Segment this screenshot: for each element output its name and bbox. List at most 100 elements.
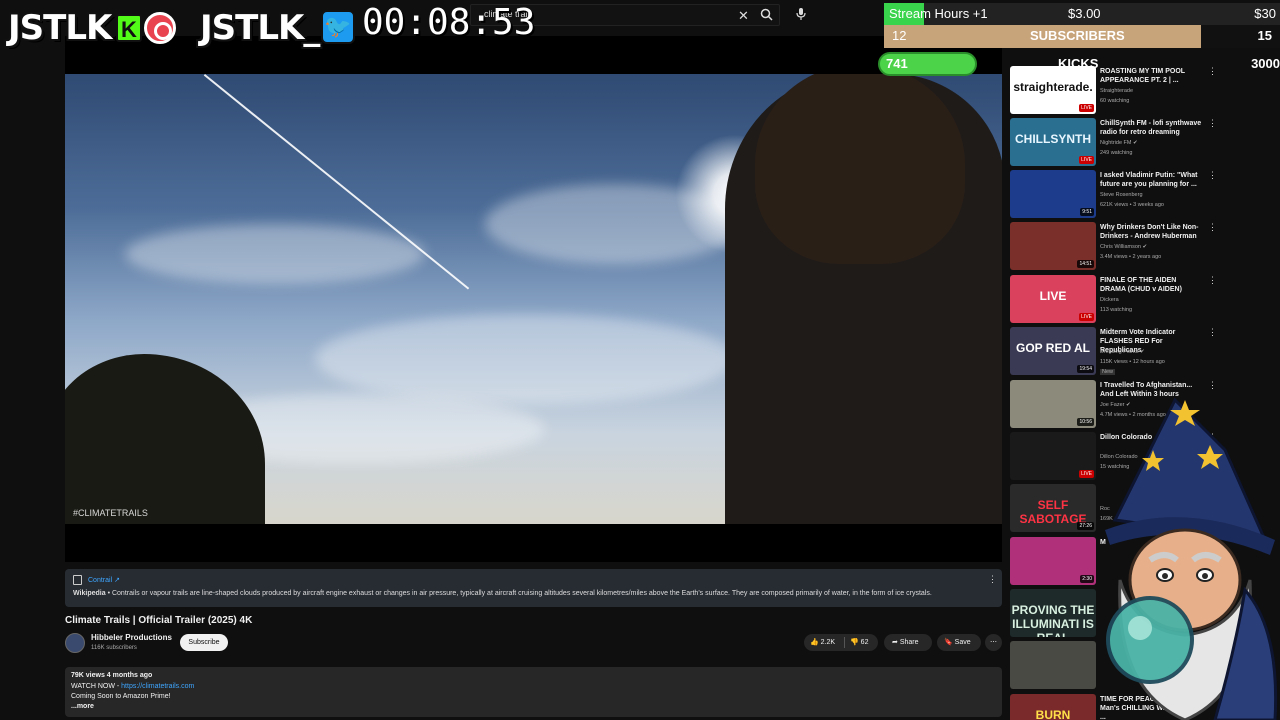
share-label: Share [899, 639, 919, 646]
subscribers-target: 15 [1257, 28, 1272, 43]
video-description[interactable]: 79K views 4 months ago WATCH NOW - https… [65, 667, 1002, 717]
streamer-logo-twitter: JSTLK_ [200, 8, 320, 48]
description-line1: WATCH NOW - https://climatetrails.com [71, 683, 194, 690]
video-menu-icon[interactable]: ⋮ [1208, 170, 1217, 181]
description-line2: Coming Soon to Amazon Prime! [71, 693, 171, 700]
info-panel-text: Wikipedia • Contrails or vapour trails a… [73, 590, 932, 597]
recommended-video[interactable]: CHILLSYNTH LIVE ChillSynth FM - lofi synth… [1010, 118, 1220, 168]
thumbnail-text: LIVE [1039, 289, 1067, 303]
recommended-video[interactable]: GOP RED AL 19:54 Midterm Vote Indicator FL… [1010, 327, 1220, 377]
info-panel [65, 569, 1002, 607]
like-button[interactable]: 👍 2.2K [810, 634, 835, 651]
video-title[interactable]: FINALE OF THE AIDEN DRAMA (CHUD v AIDEN) [1100, 276, 1202, 294]
duration-badge: 14:51 [1077, 260, 1094, 268]
wizard-mascot [1105, 397, 1278, 720]
duration-badge: 19:54 [1077, 365, 1094, 373]
stream-hours-goal: Stream Hours +1 $3.00 $30 [884, 3, 1280, 25]
duration-badge: 9:51 [1080, 208, 1094, 216]
voice-search-icon[interactable] [795, 7, 807, 24]
video-menu-icon[interactable]: ⋮ [1208, 327, 1217, 338]
stream-timer: 00:08:53 [362, 2, 536, 43]
channel-name: Breaking Points ✔ [1100, 349, 1145, 355]
video-title: Climate Trails | Official Trailer (2025)… [65, 615, 253, 626]
channel-name: Steve Rosenberg [1100, 192, 1143, 198]
kicks-current: 741 [886, 56, 908, 71]
video-meta: 60 watching [1100, 98, 1130, 104]
video-menu-icon[interactable]: ⋮ [1208, 118, 1217, 129]
live-badge: LIVE [1079, 104, 1094, 112]
kicks-label: KICKS [1058, 56, 1099, 71]
save-icon: 🔖 [944, 639, 953, 646]
info-source: Wikipedia [73, 590, 106, 597]
share-icon: ➦ [892, 639, 898, 646]
subscribers-label: SUBSCRIBERS [1030, 28, 1125, 43]
like-count: 2.2K [820, 639, 836, 646]
stream-hours-label: Stream Hours +1 [889, 6, 988, 21]
video-title[interactable]: Why Drinkers Don't Like Non-Drinkers - A… [1100, 223, 1202, 241]
video-menu-icon[interactable]: ⋮ [1208, 275, 1217, 286]
save-label: Save [954, 639, 971, 646]
stream-hours-amount: $3.00 [1068, 6, 1101, 21]
channel-name: Chris Williamson ✔ [1100, 244, 1148, 250]
stream-hours-target: $30 [1254, 6, 1276, 21]
description-meta: 79K views 4 months ago [71, 672, 153, 679]
recommended-video[interactable]: 14:51 Why Drinkers Don't Like Non-Drinker… [1010, 222, 1220, 272]
live-badge: LIVE [1079, 156, 1094, 164]
video-meta: 3.4M views • 2 years ago [1100, 254, 1162, 260]
twitter-bird-icon: 🐦 [321, 10, 355, 44]
channel-subscribers: 116K subscribers [91, 645, 137, 651]
document-icon [73, 575, 82, 585]
video-thumbnail[interactable]: 14:51 [1010, 222, 1096, 270]
video-thumbnail[interactable]: GOP RED AL 19:54 [1010, 327, 1096, 375]
subscribe-button[interactable]: Subscribe [180, 634, 228, 651]
video-thumbnail[interactable]: LIVE LIVE [1010, 275, 1096, 323]
dislike-button[interactable]: 👎 62 [850, 634, 868, 651]
thumbs-down-icon: 👎 [850, 639, 859, 646]
kicks-target: 3000 [1251, 56, 1280, 71]
channel-name[interactable]: Hibbeler Productions [91, 633, 172, 642]
video-thumbnail[interactable]: CHILLSYNTH LIVE [1010, 118, 1096, 166]
thumbnail-text: CHILLSYNTH [1015, 132, 1091, 146]
video-meta: 115K views • 12 hours ago [1100, 359, 1165, 365]
video-meta: 113 watching [1100, 307, 1133, 313]
recommended-video[interactable]: LIVE LIVE FINALE OF THE AIDEN DRAMA (CHUD … [1010, 275, 1220, 325]
dislike-count: 62 [860, 639, 869, 646]
video-meta: 621K views • 3 weeks ago [1100, 202, 1164, 208]
like-dislike-group: 👍 2.2K 👎 62 [804, 634, 878, 651]
info-panel-link[interactable]: Contrail ↗ [88, 576, 120, 584]
thumbnail-text: GOP RED AL [1015, 341, 1090, 355]
divider [844, 637, 845, 648]
video-hashtag: #CLIMATETRAILS [73, 508, 148, 518]
video-title[interactable]: I asked Vladimir Putin: "What future are… [1100, 171, 1202, 189]
subscribers-goal: 12 SUBSCRIBERS 15 [884, 25, 1280, 48]
search-icon[interactable] [760, 8, 773, 24]
video-title[interactable]: ChillSynth FM - lofi synthwave radio for… [1100, 119, 1202, 137]
more-actions-button[interactable]: ⋯ [985, 634, 1002, 651]
clear-search-icon[interactable]: ✕ [738, 9, 749, 23]
channel-name: Dickera [1100, 297, 1119, 303]
thumbnail-text: straighterade. [1013, 80, 1093, 94]
kicks-goal: 741 KICKS 3000 [878, 52, 1280, 76]
video-thumbnail[interactable]: 9:51 [1010, 170, 1096, 218]
video-meta: 249 watching [1100, 150, 1133, 156]
video-frame-image [65, 74, 1002, 524]
description-more[interactable]: ...more [71, 703, 94, 710]
description-link[interactable]: https://climatetrails.com [121, 683, 194, 690]
streamer-logo-kick: JSTLK [8, 8, 112, 48]
record-icon [144, 12, 176, 44]
video-menu-icon[interactable]: ⋮ [1208, 222, 1217, 233]
channel-name: Straighterade [1100, 88, 1134, 94]
channel-avatar[interactable] [65, 633, 85, 653]
save-button[interactable]: 🔖 Save [937, 634, 981, 651]
recommended-video[interactable]: 9:51 I asked Vladimir Putin: "What future… [1010, 170, 1220, 220]
info-body: • Contrails or vapour trails are line-sh… [107, 590, 932, 597]
info-panel-menu-icon[interactable]: ⋮ [988, 574, 997, 585]
share-button[interactable]: ➦ Share [884, 634, 932, 651]
thumbs-up-icon: 👍 [810, 639, 819, 646]
kick-logo-icon: K [116, 14, 142, 42]
subscribers-current: 12 [892, 28, 907, 43]
new-badge: New [1100, 369, 1116, 375]
channel-name: Nightride FM ✔ [1100, 140, 1138, 146]
live-badge: LIVE [1079, 313, 1094, 321]
video-player[interactable]: #CLIMATETRAILS [65, 36, 1002, 562]
